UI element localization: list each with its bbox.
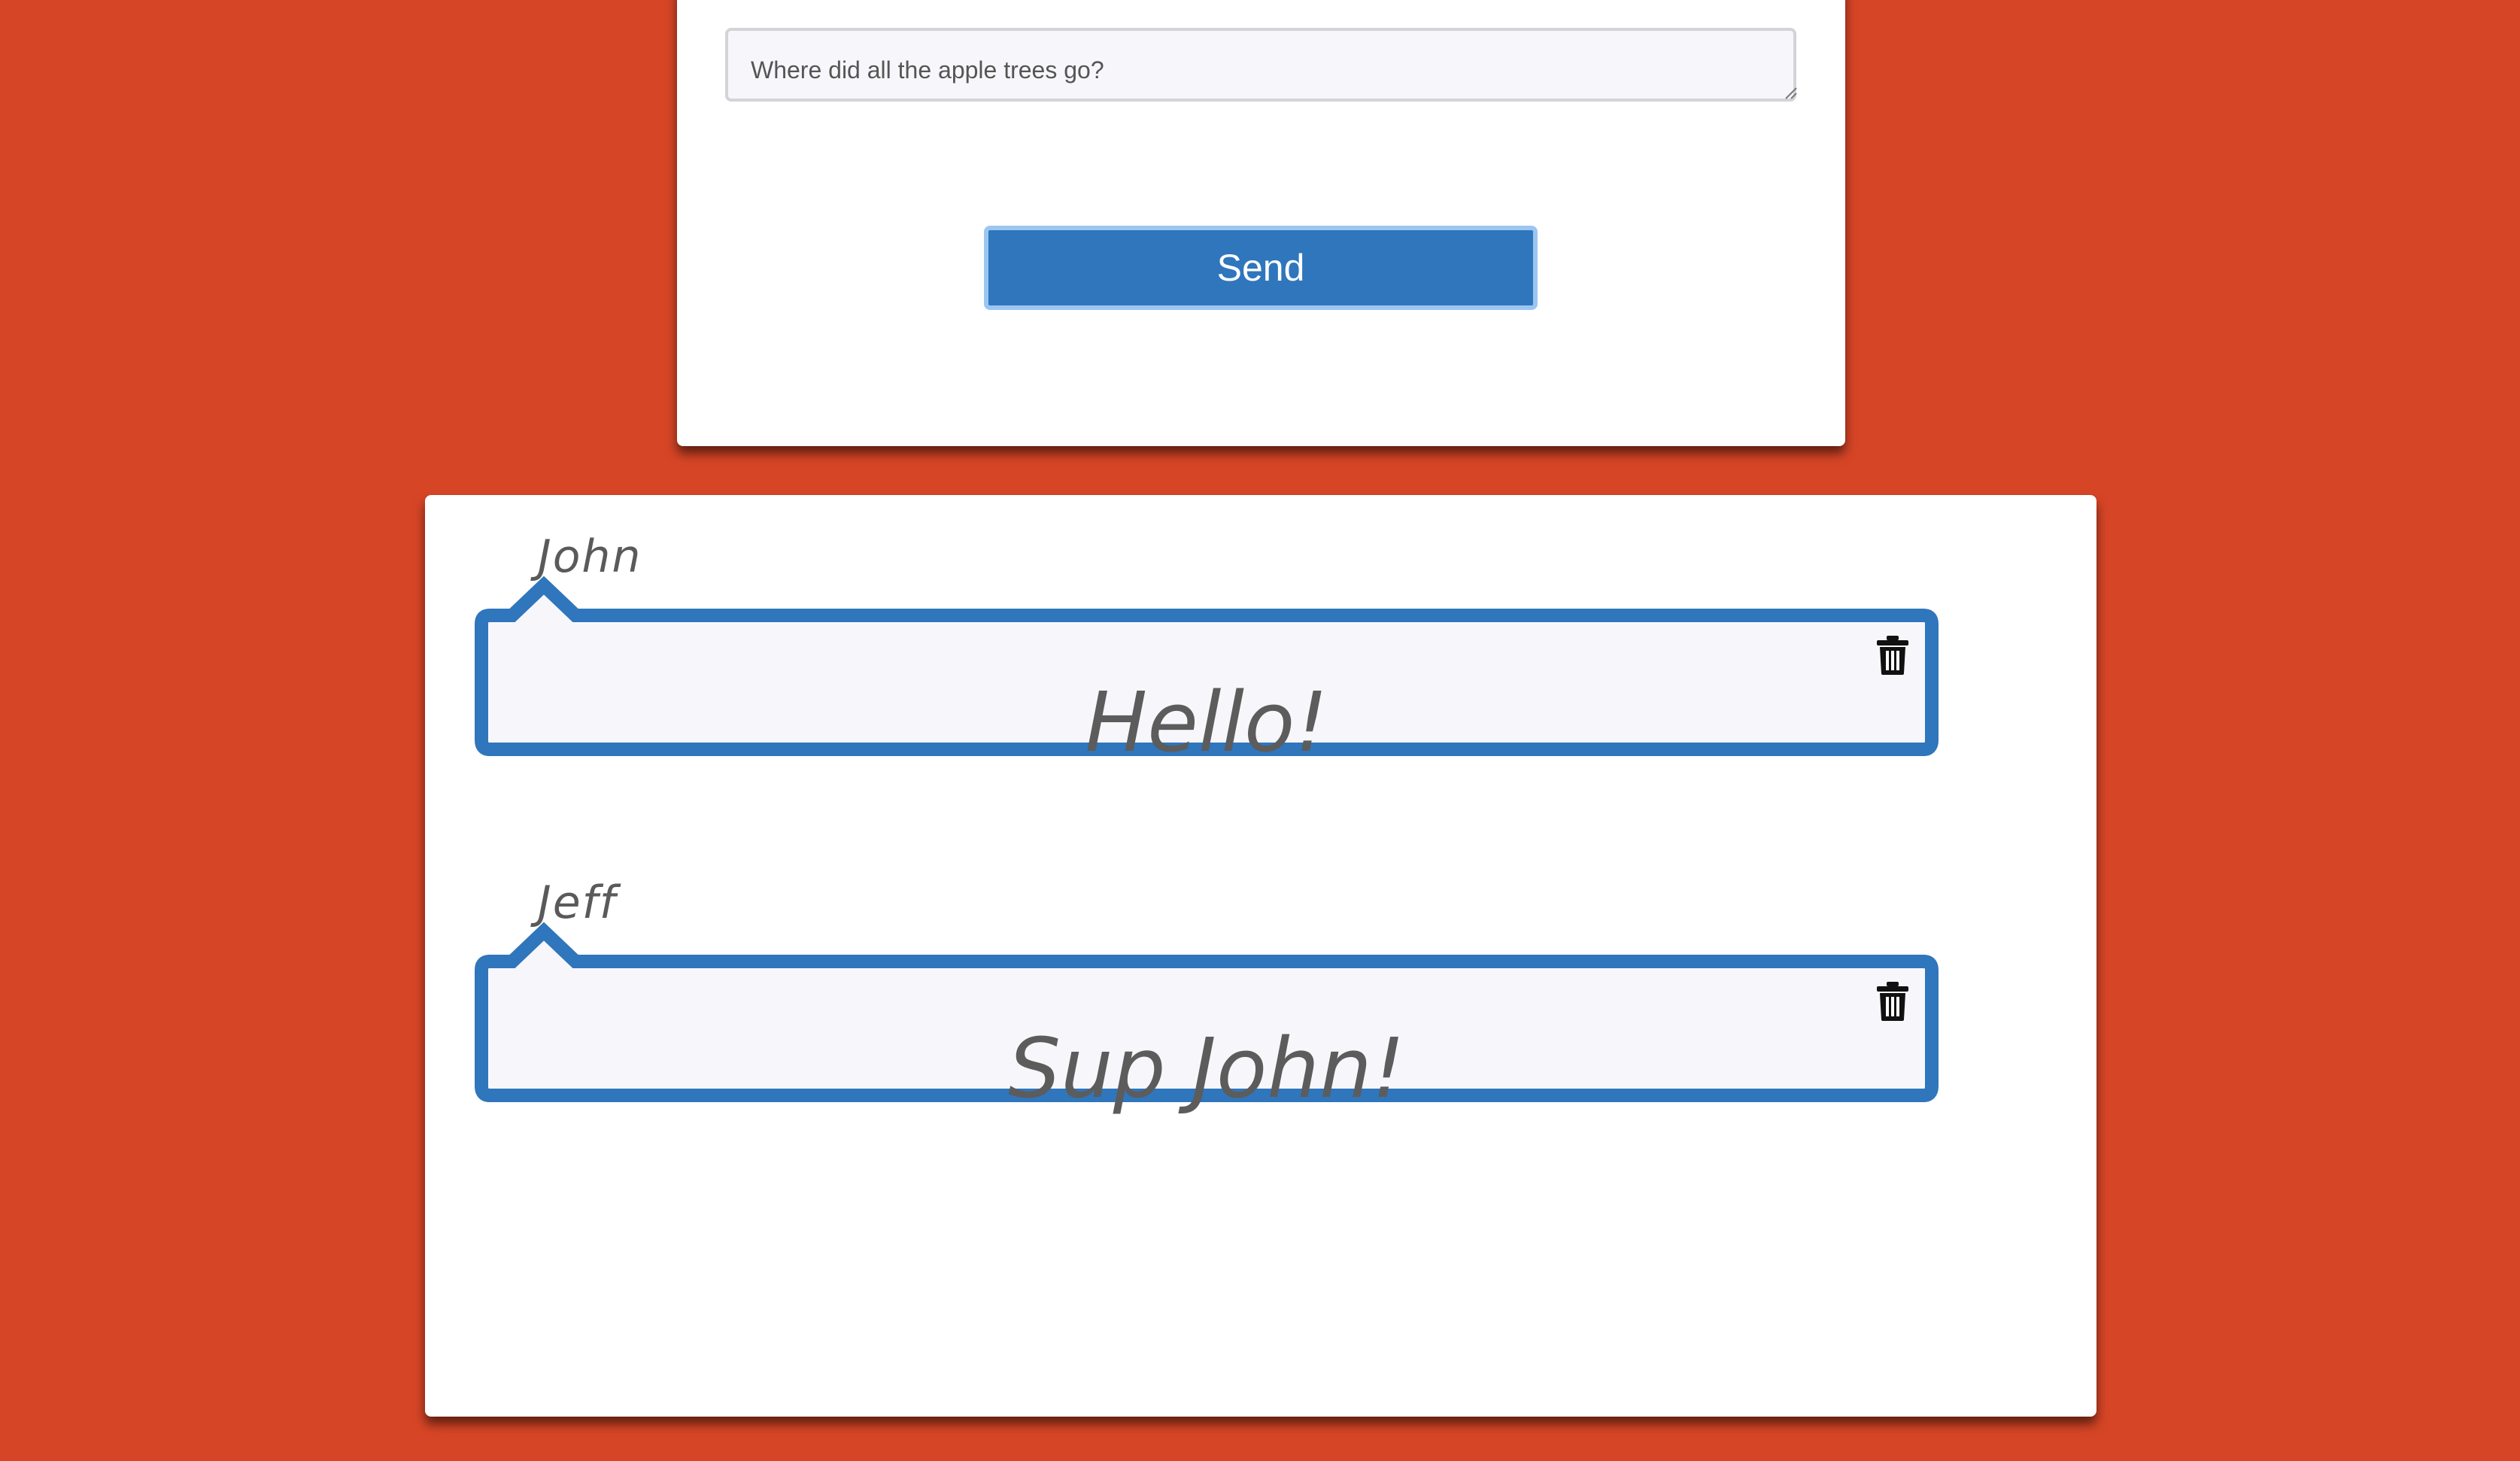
trash-icon <box>1877 982 1908 1021</box>
delete-message-button[interactable] <box>1876 982 1909 1021</box>
send-button[interactable]: Send <box>984 226 1538 310</box>
message-author: John <box>538 530 642 583</box>
message-input[interactable] <box>725 28 1796 102</box>
message-list: John Hello! Jeff Sup John! <box>425 495 2096 1417</box>
message-composer: Send <box>677 0 1845 446</box>
trash-icon <box>1877 636 1908 675</box>
message-author: Jeff <box>538 876 617 929</box>
resize-grip-icon[interactable] <box>1783 85 1798 100</box>
message-text: Sup John! <box>1008 1020 1405 1116</box>
message-text: Hello! <box>1085 674 1328 770</box>
delete-message-button[interactable] <box>1876 636 1909 675</box>
